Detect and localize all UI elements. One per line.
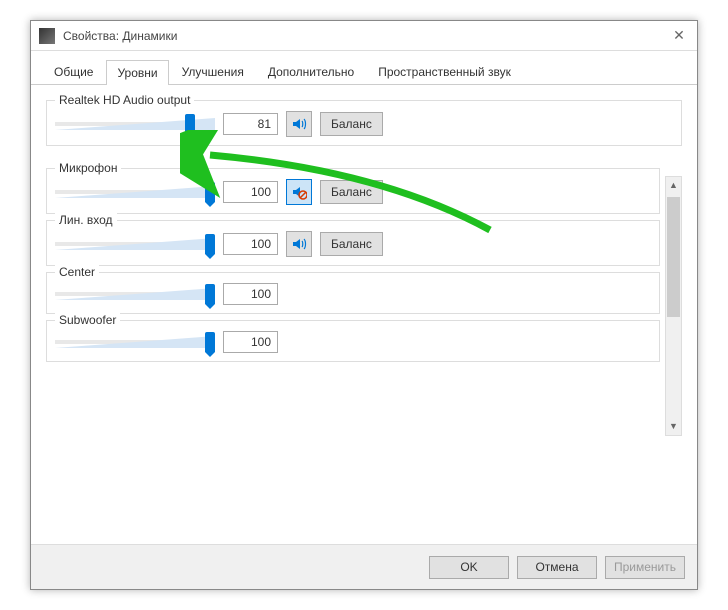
linein-slider-thumb[interactable]: [205, 234, 215, 254]
sub-value[interactable]: 100: [223, 331, 278, 353]
scroll-up-icon[interactable]: ▲: [666, 177, 681, 194]
tab-general[interactable]: Общие: [43, 59, 104, 84]
titlebar: Свойства: Динамики ✕: [31, 21, 697, 51]
mic-value[interactable]: 100: [223, 181, 278, 203]
center-slider-thumb[interactable]: [205, 284, 215, 304]
linein-value[interactable]: 100: [223, 233, 278, 255]
tab-content: Realtek HD Audio output 81 Баланс: [31, 85, 697, 535]
sub-slider[interactable]: [55, 332, 215, 352]
tab-advanced[interactable]: Дополнительно: [257, 59, 365, 84]
tab-levels[interactable]: Уровни: [106, 60, 168, 85]
group-output: Realtek HD Audio output 81 Баланс: [46, 100, 682, 146]
scroll-thumb[interactable]: [667, 197, 680, 317]
tab-spatial[interactable]: Пространственный звук: [367, 59, 522, 84]
scrollbar[interactable]: ▲ ▼: [665, 176, 682, 436]
speaker-app-icon: [39, 28, 55, 44]
apply-button[interactable]: Применить: [605, 556, 685, 579]
window-title: Свойства: Динамики: [63, 29, 669, 43]
center-slider[interactable]: [55, 284, 215, 304]
dialog-footer: OK Отмена Применить: [31, 544, 697, 589]
linein-balance-button[interactable]: Баланс: [320, 232, 383, 256]
group-linein-label: Лин. вход: [55, 213, 117, 227]
speaker-muted-icon: [291, 184, 307, 200]
ok-button[interactable]: OK: [429, 556, 509, 579]
linein-slider[interactable]: [55, 234, 215, 254]
group-linein: Лин. вход 100: [46, 220, 660, 266]
speaker-icon: [291, 116, 307, 132]
mic-slider[interactable]: [55, 182, 215, 202]
output-value[interactable]: 81: [223, 113, 278, 135]
cancel-button[interactable]: Отмена: [517, 556, 597, 579]
scroll-down-icon[interactable]: ▼: [666, 418, 681, 435]
output-slider-thumb[interactable]: [185, 114, 195, 134]
tab-strip: Общие Уровни Улучшения Дополнительно Про…: [31, 51, 697, 85]
group-mic-label: Микрофон: [55, 161, 121, 175]
close-icon[interactable]: ✕: [669, 26, 689, 46]
mic-slider-thumb[interactable]: [205, 182, 215, 202]
output-mute-button[interactable]: [286, 111, 312, 137]
center-value[interactable]: 100: [223, 283, 278, 305]
group-center-label: Center: [55, 265, 99, 279]
output-balance-button[interactable]: Баланс: [320, 112, 383, 136]
speaker-icon: [291, 236, 307, 252]
output-slider[interactable]: [55, 114, 215, 134]
group-sub: Subwoofer 100: [46, 320, 660, 362]
group-output-label: Realtek HD Audio output: [55, 93, 194, 107]
group-center: Center 100: [46, 272, 660, 314]
group-mic: Микрофон 100: [46, 168, 660, 214]
linein-mute-button[interactable]: [286, 231, 312, 257]
sub-slider-thumb[interactable]: [205, 332, 215, 352]
mic-balance-button[interactable]: Баланс: [320, 180, 383, 204]
mic-mute-button[interactable]: [286, 179, 312, 205]
tab-enhancements[interactable]: Улучшения: [171, 59, 255, 84]
dialog-window: Свойства: Динамики ✕ Общие Уровни Улучше…: [30, 20, 698, 590]
group-sub-label: Subwoofer: [55, 313, 120, 327]
